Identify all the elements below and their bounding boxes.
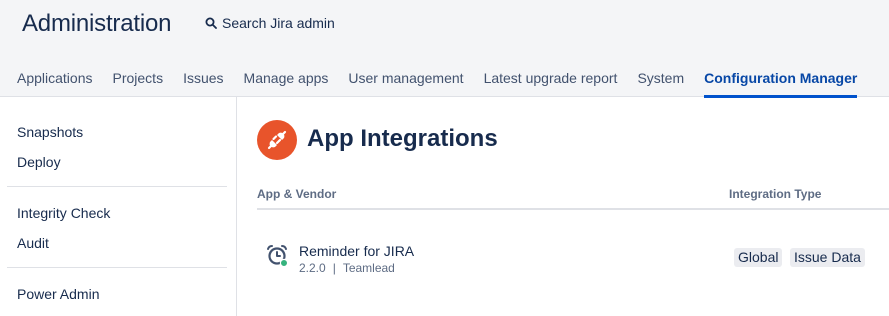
tab-configuration-manager[interactable]: Configuration Manager <box>704 60 858 98</box>
search-icon <box>205 17 217 29</box>
tab-projects[interactable]: Projects <box>113 60 164 97</box>
meta-separator: | <box>332 261 336 275</box>
integration-type-badge: Global <box>734 248 783 267</box>
sidebar-item-integrity-check[interactable]: Integrity Check <box>17 205 110 221</box>
tab-applications[interactable]: Applications <box>17 60 93 97</box>
tab-user-management[interactable]: User management <box>348 60 463 97</box>
main-content: App Integrations App & Vendor Integratio… <box>237 97 889 316</box>
tab-manage-apps[interactable]: Manage apps <box>244 60 329 97</box>
tab-system[interactable]: System <box>637 60 684 97</box>
column-header-app-vendor[interactable]: App & Vendor <box>257 187 336 201</box>
sidebar-item-power-admin[interactable]: Power Admin <box>17 286 99 302</box>
search-button[interactable]: Search Jira admin <box>205 15 335 31</box>
alarm-clock-icon <box>267 245 289 267</box>
app-vendor: Teamlead <box>342 261 395 275</box>
admin-header: Administration Search Jira admin Applica… <box>0 0 889 98</box>
sidebar-item-snapshots[interactable]: Snapshots <box>17 124 83 140</box>
app-name-link[interactable]: Reminder for JIRA <box>299 243 414 259</box>
section-title: App Integrations <box>307 125 498 152</box>
app-meta: 2.2.0 | Teamlead <box>299 261 395 275</box>
app-version: 2.2.0 <box>299 261 326 275</box>
page-title: Administration <box>22 10 172 37</box>
table-header-divider <box>257 208 889 210</box>
sidebar-item-deploy[interactable]: Deploy <box>17 154 61 170</box>
sidebar: Snapshots Deploy Integrity Check Audit P… <box>0 97 237 316</box>
plug-icon <box>257 120 297 160</box>
tab-issues[interactable]: Issues <box>183 60 223 97</box>
sidebar-item-audit[interactable]: Audit <box>17 235 49 251</box>
admin-tabs: Applications Projects Issues Manage apps… <box>0 60 877 98</box>
search-label: Search Jira admin <box>222 15 335 31</box>
sidebar-divider <box>7 186 227 187</box>
tab-latest-upgrade-report[interactable]: Latest upgrade report <box>484 60 618 97</box>
column-header-integration-type[interactable]: Integration Type <box>729 187 821 201</box>
integration-type-badge: Issue Data <box>790 248 865 267</box>
sidebar-divider <box>7 267 227 268</box>
